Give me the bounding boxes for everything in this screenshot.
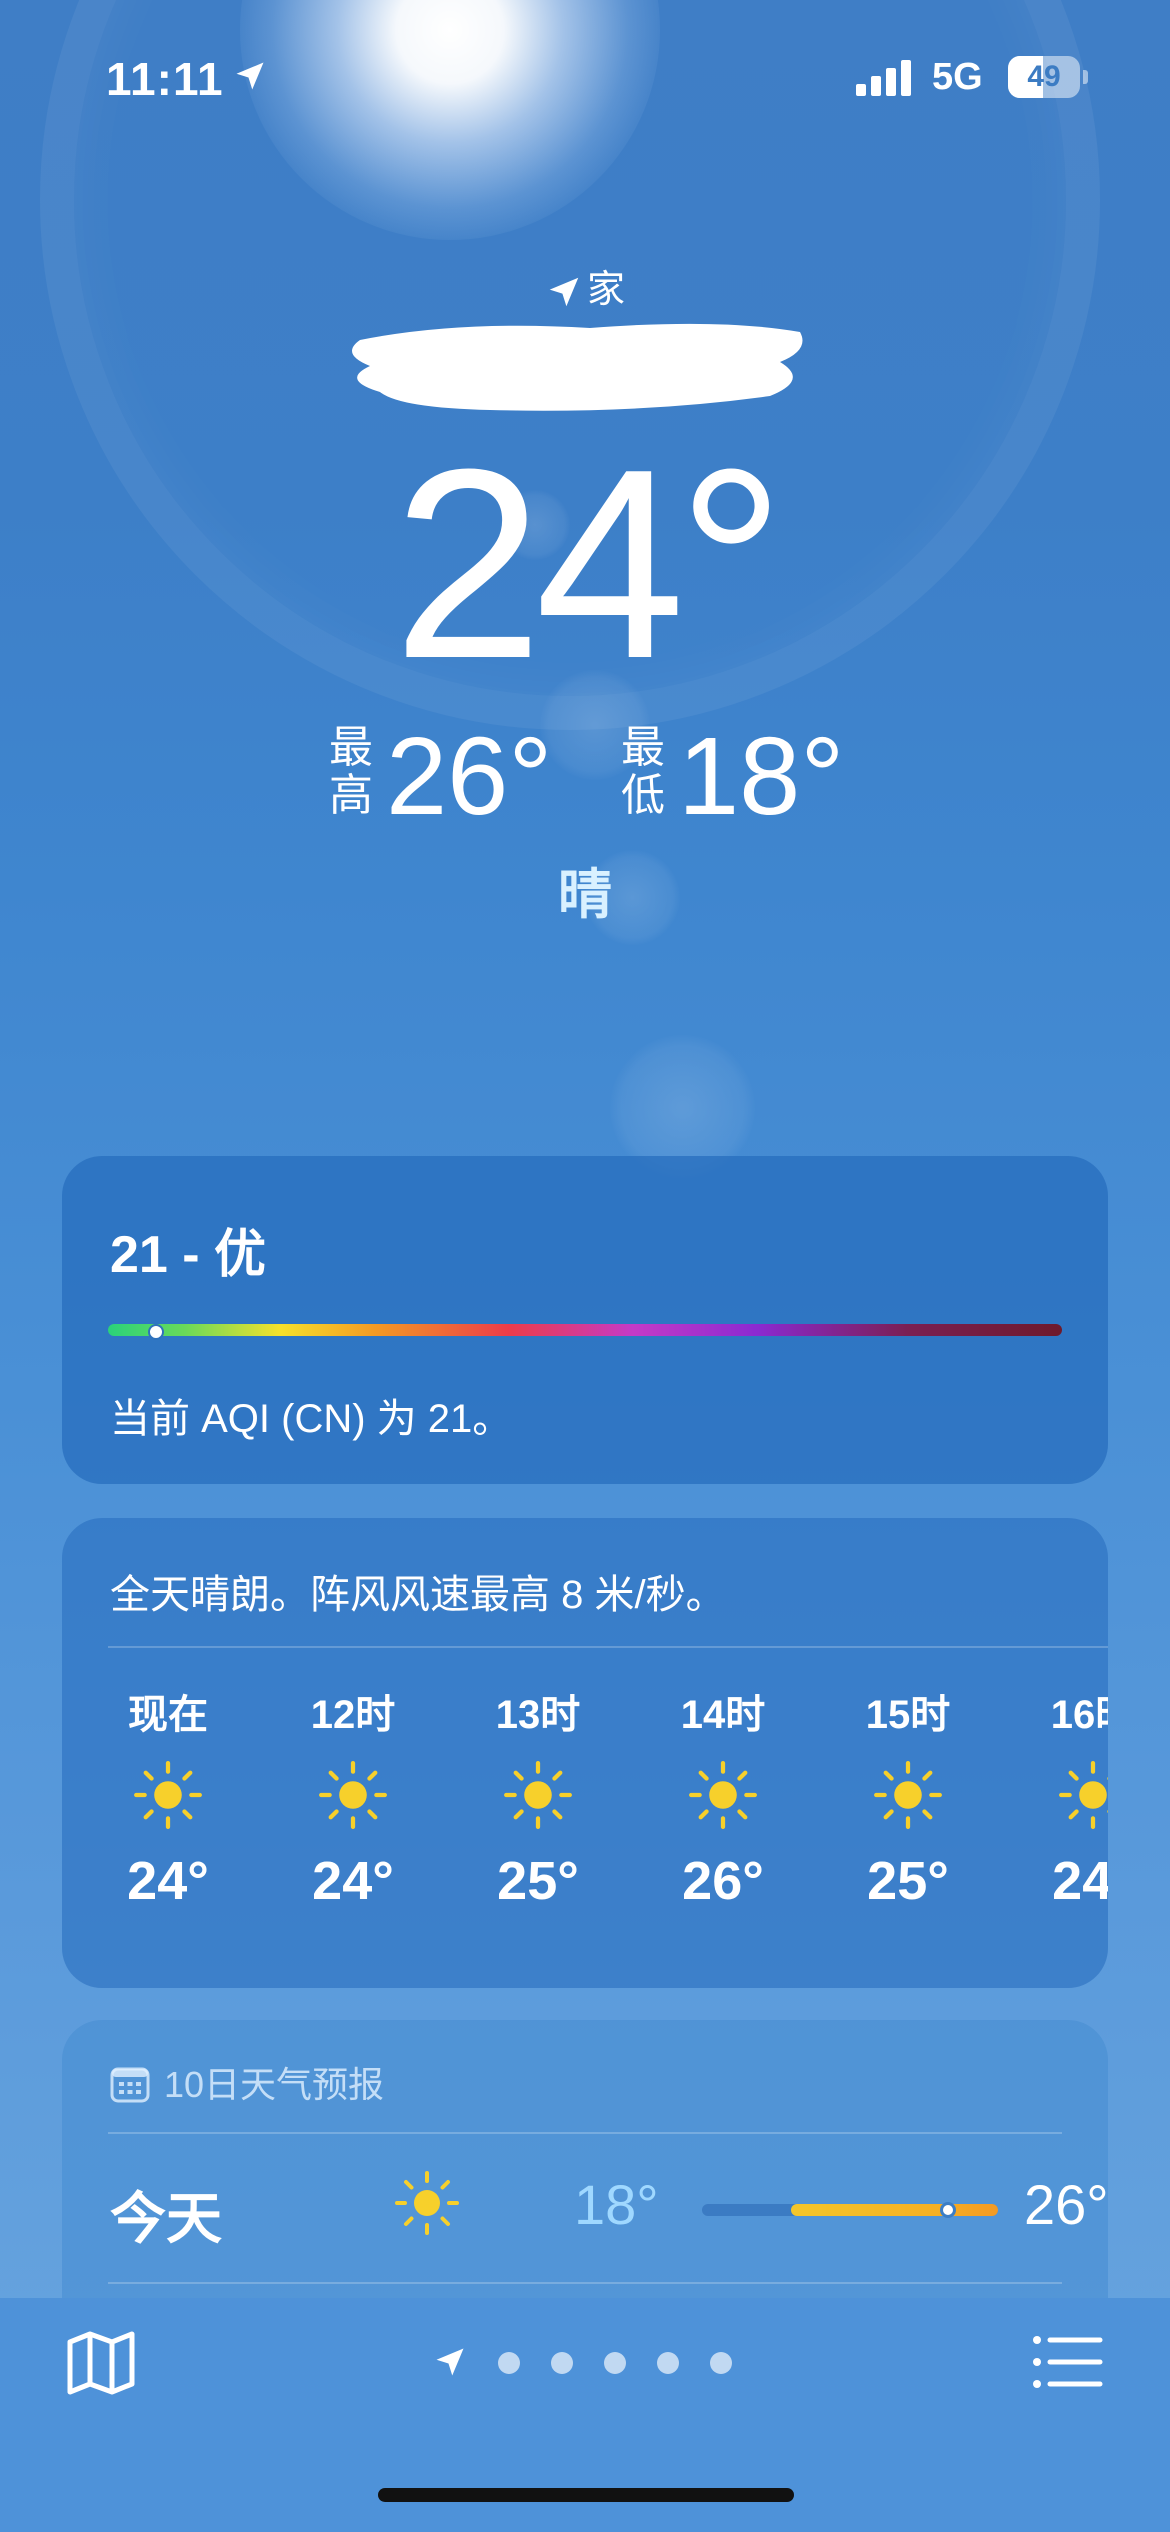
high-low-row: 最高 26° 最低 18° <box>0 720 1170 840</box>
hourly-item: 16时 24° <box>1023 1682 1108 1912</box>
current-temp-marker <box>939 2202 956 2218</box>
sun-icon <box>319 1761 387 1829</box>
divider <box>108 1646 1108 1648</box>
cellular-signal-icon <box>856 60 911 96</box>
high-temp: 26° <box>386 715 553 838</box>
status-time: 11:11 <box>106 53 224 105</box>
hour-temp: 24° <box>1052 1851 1108 1911</box>
status-bar: 11:11 5G 49 <box>0 0 1170 150</box>
map-icon[interactable] <box>66 2330 136 2396</box>
sun-icon <box>1059 1761 1108 1829</box>
hour-temp: 26° <box>682 1851 764 1911</box>
hourly-item: 15时 25° <box>838 1682 978 1912</box>
location-row[interactable]: 家 <box>0 258 1170 313</box>
hourly-item: 14时 26° <box>653 1682 793 1912</box>
hour-time: 14时 <box>680 1693 766 1737</box>
hourly-item: 13时 25° <box>468 1682 608 1912</box>
air-quality-card[interactable]: 21 - 优 当前 AQI (CN) 为 21。 <box>62 1156 1108 1484</box>
day-name: 今天 <box>110 2187 222 2250</box>
aqi-scale-bar <box>108 1324 1062 1336</box>
calendar-icon <box>110 2067 150 2103</box>
low-label: 最低 <box>621 723 665 820</box>
temp-range-fill <box>790 2204 998 2216</box>
page-dot[interactable] <box>710 2352 732 2374</box>
day-high-temp: 26° <box>1024 2173 1108 2236</box>
aqi-marker <box>147 1324 164 1340</box>
page-dot[interactable] <box>551 2352 573 2374</box>
hour-time: 15时 <box>865 1693 951 1737</box>
location-arrow-icon <box>549 277 579 307</box>
battery-icon: 49 <box>1008 56 1088 98</box>
hour-temp: 24° <box>312 1851 394 1911</box>
hour-time: 现在 <box>128 1693 208 1737</box>
hour-time: 13时 <box>495 1693 581 1737</box>
divider <box>108 2282 1062 2284</box>
hourly-summary: 全天晴朗。阵风风速最高 8 米/秒。 <box>110 1573 726 1617</box>
current-temperature: 24° <box>392 414 785 715</box>
low-temp: 18° <box>678 715 845 838</box>
sun-icon <box>134 1761 202 1829</box>
list-icon[interactable] <box>1032 2334 1104 2390</box>
hour-time: 12时 <box>310 1693 396 1737</box>
home-indicator[interactable] <box>378 2488 794 2502</box>
sun-icon <box>874 1761 942 1829</box>
sun-icon <box>504 1761 572 1829</box>
hour-time: 16时 <box>1050 1693 1108 1737</box>
aqi-description: 当前 AQI (CN) 为 21。 <box>110 1397 513 1441</box>
ten-day-title: 10日天气预报 <box>164 2064 385 2105</box>
ten-day-header: 10日天气预报 <box>110 2056 384 2108</box>
hourly-item: 现在 24° <box>98 1682 238 1912</box>
high-label: 最高 <box>329 723 373 820</box>
hourly-item: 12时 24° <box>283 1682 423 1912</box>
hour-temp: 25° <box>497 1851 579 1911</box>
sun-icon <box>689 1761 757 1829</box>
sun-icon <box>395 2171 459 2235</box>
hour-temp: 25° <box>867 1851 949 1911</box>
network-type: 5G <box>932 56 983 98</box>
location-label: 家 <box>586 269 625 311</box>
current-location-icon <box>436 2348 464 2376</box>
battery-percent: 49 <box>1027 60 1061 93</box>
location-arrow-icon <box>236 62 264 90</box>
redacted-city-name <box>352 323 803 411</box>
aqi-title: 21 - 优 <box>110 1226 267 1284</box>
page-dot[interactable] <box>657 2352 679 2374</box>
weather-condition: 晴 <box>558 865 612 925</box>
page-dot[interactable] <box>498 2352 520 2374</box>
page-dot[interactable] <box>604 2352 626 2374</box>
divider <box>108 2132 1062 2134</box>
temp-range-track <box>702 2202 998 2218</box>
hourly-forecast-card[interactable]: 全天晴朗。阵风风速最高 8 米/秒。 现在 24° 12时 24° 13时 25° 14时 2… <box>62 1518 1108 1988</box>
hour-temp: 24° <box>127 1851 209 1911</box>
day-low-temp: 18° <box>574 2173 659 2236</box>
